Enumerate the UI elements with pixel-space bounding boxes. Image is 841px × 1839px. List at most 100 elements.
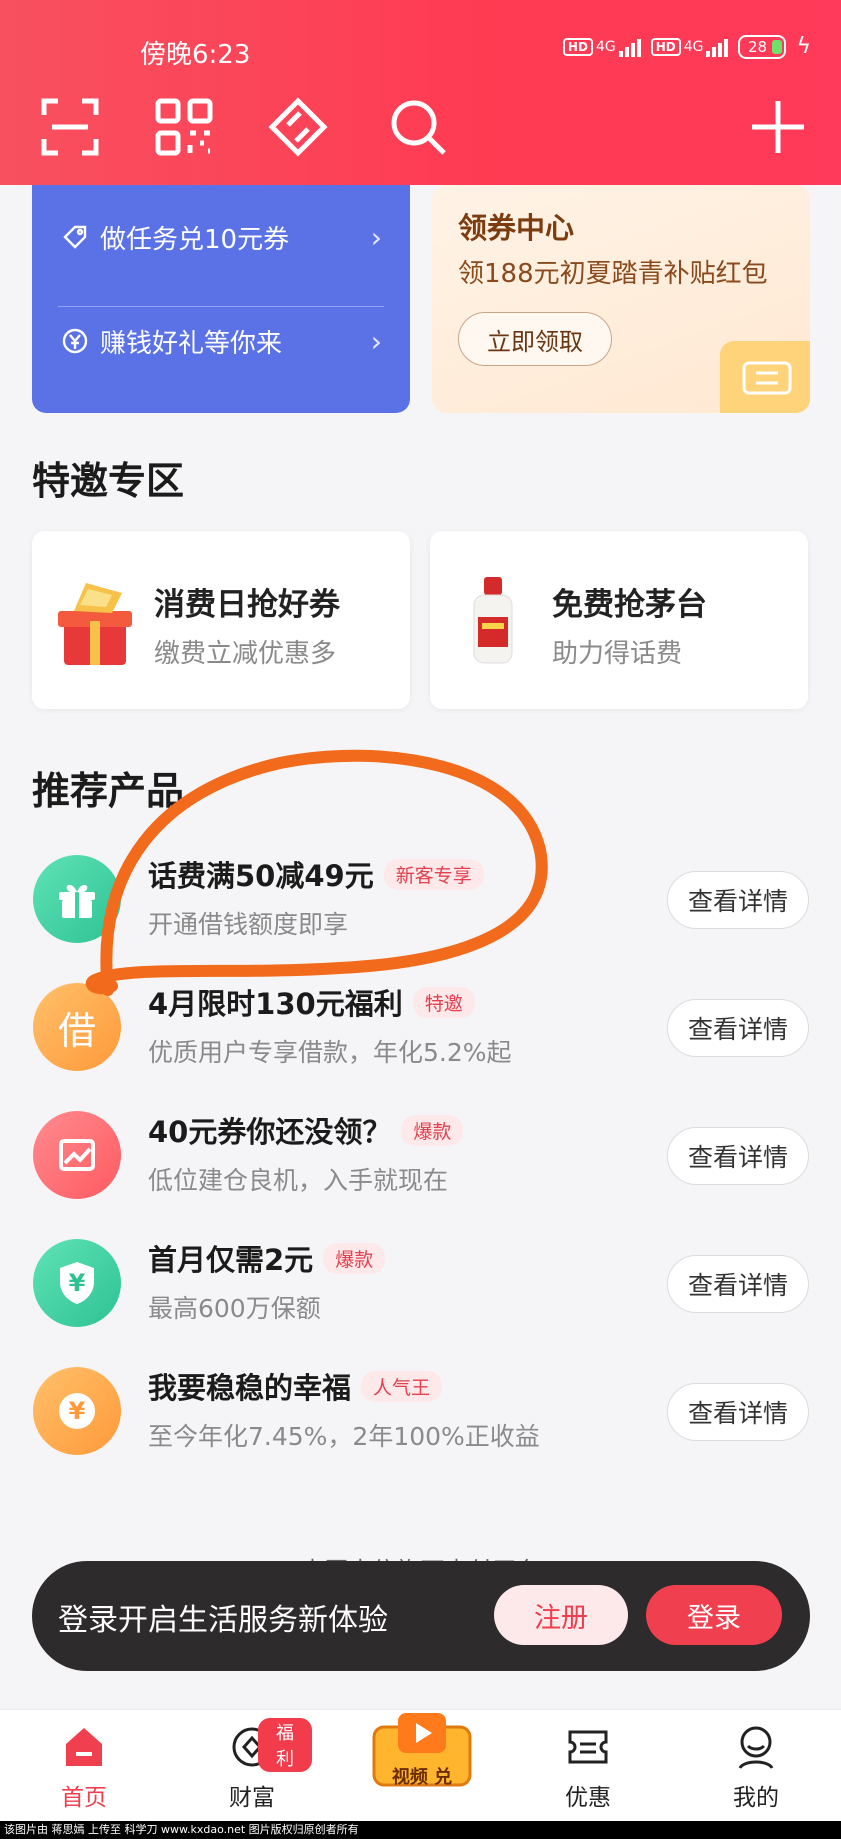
sim2-signal: HD 4G <box>650 37 729 57</box>
product-title-text: 我要稳稳的幸福 <box>148 1371 352 1405</box>
product-title: 我要稳稳的幸福 人气王 <box>148 1365 443 1407</box>
product-title-text: 4月限时130元福利 <box>148 987 403 1021</box>
special-zone-title: 特邀专区 <box>32 459 185 503</box>
coupon-icon <box>568 1730 608 1764</box>
product-subtitle: 至今年化7.45%，2年100%正收益 <box>148 1422 540 1451</box>
top-header: 傍晚6:23 HD 4G HD 4G 28 ϟ <box>0 0 841 185</box>
coin-yuan: ¥ <box>68 1397 86 1425</box>
hd-label: HD <box>562 37 593 56</box>
task-row-gift[interactable]: 赚钱好礼等你来 › <box>60 289 382 393</box>
battery-level: 28 <box>747 37 768 56</box>
product-item[interactable]: ¥ 首月仅需2元 爆款 最高600万保额 查看详情 <box>0 1219 841 1347</box>
qr-code-icon[interactable] <box>152 95 216 159</box>
gift-box-icon <box>58 583 132 665</box>
profile-icon <box>738 1726 774 1769</box>
welfare-badge: 福利 <box>258 1718 312 1772</box>
nav-profile[interactable]: 我的 <box>696 1710 816 1822</box>
invite-card-subtitle: 缴费立减优惠多 <box>154 639 337 669</box>
product-subtitle: 开通借钱额度即享 <box>148 910 349 939</box>
product-title-text: 首月仅需2元 <box>148 1243 314 1277</box>
product-title: 4月限时130元福利 特邀 <box>148 981 475 1023</box>
search-icon[interactable] <box>386 95 450 159</box>
product-title: 首月仅需2元 爆款 <box>148 1237 386 1279</box>
invite-card-maotai[interactable]: 免费抢茅台 助力得话费 <box>430 531 808 709</box>
coupon-center-card[interactable]: 领券中心 领188元初夏踏青补贴红包 立即领取 <box>432 185 810 413</box>
product-title-text: 40元券你还没领？ <box>148 1115 392 1149</box>
coupon-center-subtitle: 领188元初夏踏青补贴红包 <box>458 259 768 289</box>
nav-label: 首页 <box>61 1785 107 1811</box>
ticket-icon <box>720 341 810 413</box>
products-title: 推荐产品 <box>32 769 185 813</box>
shield-icon: ¥ <box>33 1239 121 1327</box>
hd-label: HD <box>650 37 681 56</box>
trend-chart-icon <box>33 1111 121 1199</box>
net-label: 4G <box>595 38 616 55</box>
register-button[interactable]: 注册 <box>494 1585 628 1645</box>
product-tag: 爆款 <box>323 1242 386 1274</box>
view-details-button[interactable]: 查看详情 <box>667 1255 809 1313</box>
task-row-label: 做任务兑10元券 <box>100 224 290 255</box>
product-item[interactable]: 40元券你还没领？ 爆款 低位建仓良机，入手就现在 查看详情 <box>0 1091 841 1219</box>
charging-icon: ϟ <box>796 34 811 59</box>
product-item[interactable]: 话费满50减49元 新客专享 开通借钱额度即享 查看详情 <box>0 835 841 963</box>
add-icon[interactable] <box>746 95 810 159</box>
loan-icon-char: 借 <box>57 1008 96 1053</box>
product-tag: 人气王 <box>361 1370 443 1402</box>
coin-icon: ¥ <box>33 1367 121 1455</box>
tag-icon <box>60 222 90 252</box>
product-tag: 爆款 <box>401 1114 464 1146</box>
scan-icon[interactable] <box>38 95 102 159</box>
nav-label: 我的 <box>733 1785 779 1811</box>
invite-card-title: 免费抢茅台 <box>552 587 707 623</box>
battery-icon: 28 <box>738 34 787 59</box>
product-item[interactable]: ¥ 我要稳稳的幸福 人气王 至今年化7.45%，2年100%正收益 查看详情 <box>0 1347 841 1475</box>
view-details-button[interactable]: 查看详情 <box>667 1383 809 1441</box>
product-item[interactable]: 借 4月限时130元福利 特邀 优质用户专享借款，年化5.2%起 查看详情 <box>0 963 841 1091</box>
product-tag: 特邀 <box>412 986 475 1018</box>
top-toolbar <box>0 95 841 159</box>
claim-now-button[interactable]: 立即领取 <box>458 312 612 366</box>
product-subtitle: 优质用户专享借款，年化5.2%起 <box>148 1038 512 1067</box>
login-prompt-text: 登录开启生活服务新体验 <box>58 1603 388 1638</box>
task-card: 做任务兑10元券 › 赚钱好礼等你来 › <box>32 185 410 413</box>
watermark: 该图片由 蒋思嫣 上传至 科学刀 www.kxdao.net 图片版权归原创者所… <box>0 1821 841 1839</box>
invite-card-coupon[interactable]: 消费日抢好券 缴费立减优惠多 <box>32 531 410 709</box>
loan-icon: 借 <box>33 983 121 1071</box>
task-row-label: 赚钱好礼等你来 <box>100 328 283 359</box>
task-row-coupon[interactable]: 做任务兑10元券 › <box>60 185 382 289</box>
product-title: 话费满50减49元 新客专享 <box>148 853 484 895</box>
view-details-button[interactable]: 查看详情 <box>667 871 809 929</box>
net-label: 4G <box>683 38 704 55</box>
status-icons: HD 4G HD 4G 28 ϟ <box>562 34 811 59</box>
login-prompt-bar: 登录开启生活服务新体验 注册 登录 <box>32 1561 810 1671</box>
nav-wealth[interactable]: 福利 财富 <box>192 1710 312 1822</box>
nav-label: 优惠 <box>565 1785 611 1811</box>
invite-card-title: 消费日抢好券 <box>154 587 340 623</box>
video-exchange-button[interactable]: 视频 兑 <box>362 1699 482 1803</box>
view-details-button[interactable]: 查看详情 <box>667 1127 809 1185</box>
shield-yuan: ¥ <box>68 1269 86 1297</box>
product-title: 40元券你还没领？ 爆款 <box>148 1109 464 1151</box>
status-time: 傍晚6:23 <box>140 40 251 70</box>
gift-icon <box>33 855 121 943</box>
home-icon <box>66 1728 102 1766</box>
product-title-text: 话费满50减49元 <box>148 859 374 893</box>
liquor-bottle-icon <box>473 577 513 664</box>
invite-card-subtitle: 助力得话费 <box>552 639 683 669</box>
coupon-center-title: 领券中心 <box>458 211 575 245</box>
chevron-right-icon: › <box>370 220 382 254</box>
signal-bars-icon <box>618 37 641 57</box>
nav-label: 财富 <box>229 1785 275 1811</box>
view-details-button[interactable]: 查看详情 <box>667 999 809 1057</box>
transfer-icon[interactable] <box>266 95 330 159</box>
product-subtitle: 最高600万保额 <box>148 1294 321 1323</box>
nav-offers[interactable]: 优惠 <box>528 1710 648 1822</box>
yuan-coin-icon <box>60 326 90 356</box>
chevron-right-icon: › <box>370 324 382 358</box>
signal-bars-icon <box>706 37 729 57</box>
login-button[interactable]: 登录 <box>646 1585 782 1645</box>
video-exchange-label: 视频 兑 <box>391 1767 453 1788</box>
product-subtitle: 低位建仓良机，入手就现在 <box>148 1166 449 1195</box>
nav-home[interactable]: 首页 <box>24 1710 144 1822</box>
sim1-signal: HD 4G <box>562 37 641 57</box>
